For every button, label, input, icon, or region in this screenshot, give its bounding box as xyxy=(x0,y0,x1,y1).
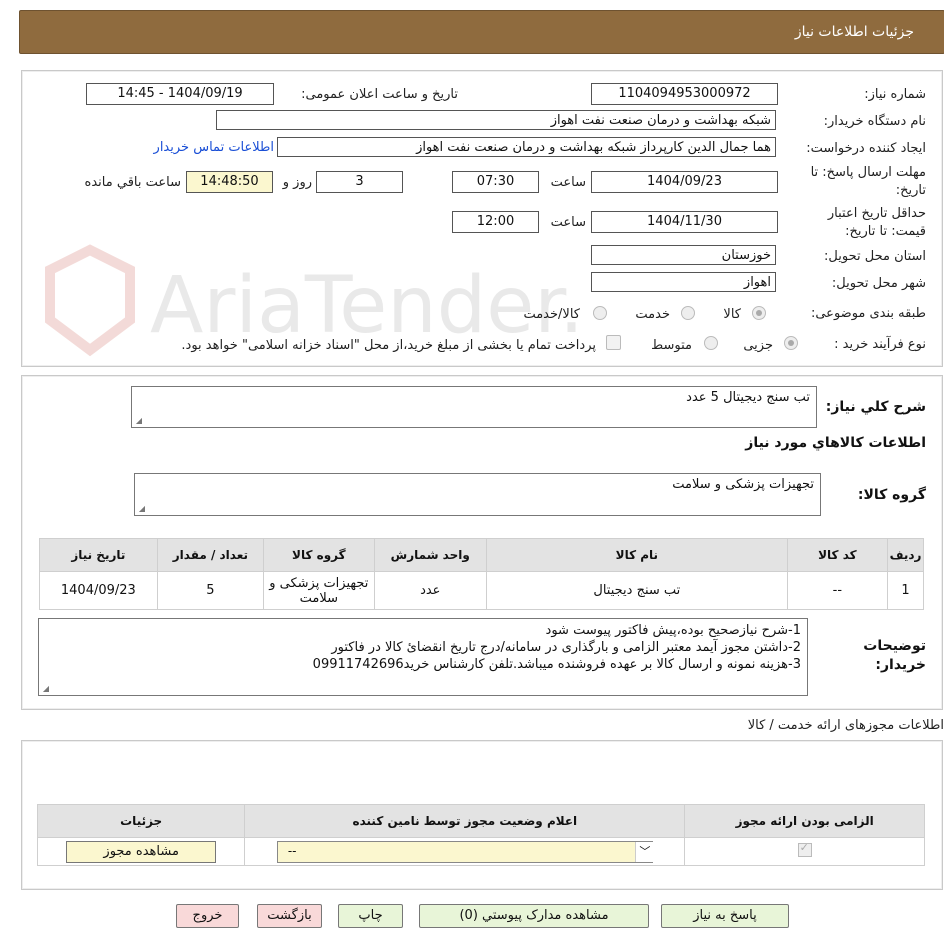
quantity-cell: 5 xyxy=(156,571,265,610)
province-field: خوزستان xyxy=(591,245,776,265)
validity-time-label: ساعت xyxy=(550,215,586,230)
goods-table-header: ردیف کد کالا نام کالا واحد شمارش گروه کا… xyxy=(39,538,924,572)
col-quantity: تعداد / مقدار xyxy=(156,538,265,572)
col-permit-details: جزئیات xyxy=(36,804,246,838)
category-radio-goods-service[interactable] xyxy=(593,306,607,320)
col-goods-group: گروه کالا xyxy=(263,538,375,572)
remaining-time-field: 14:48:50 xyxy=(186,171,273,193)
permit-status-select[interactable]: -- ﹀ xyxy=(276,840,654,863)
resize-grip-icon[interactable]: ◢ xyxy=(134,417,142,425)
goods-info-title: اطلاعات کالاهاي مورد نیاز xyxy=(745,435,926,451)
validity-label-2: قیمت: تا تاریخ: xyxy=(845,224,926,239)
view-permit-button[interactable]: مشاهده مجوز xyxy=(66,840,217,863)
category-label: طبقه بندی موضوعی: xyxy=(810,306,926,321)
col-permit-required: الزامی بودن ارائه مجوز xyxy=(684,804,925,838)
general-desc-label: شرح کلي نیاز: xyxy=(825,399,926,415)
category-option-goods-service: کالا/خدمت xyxy=(523,307,580,322)
table-row: 1 -- تب سنج دیجیتال عدد تجهیزات پزشکی و … xyxy=(39,571,924,610)
deadline-time-label: ساعت xyxy=(550,175,586,190)
goods-group-label: گروه کالا: xyxy=(857,487,926,503)
item-code-cell: -- xyxy=(786,571,889,610)
buyer-org-field: شبکه بهداشت و درمان صنعت نفت اهواز xyxy=(216,110,776,130)
permits-table: الزامی بودن ارائه مجوز اعلام وضعیت مجوز … xyxy=(36,804,925,866)
remaining-label: ساعت باقي مانده xyxy=(84,175,181,190)
col-item-code: کد کالا xyxy=(786,538,889,572)
permits-table-header: الزامی بودن ارائه مجوز اعلام وضعیت مجوز … xyxy=(36,804,925,838)
goods-group-text: تجهیزات پزشکی و سلامت xyxy=(672,477,814,492)
process-option-minor: جزیی xyxy=(743,338,773,353)
buyer-note-line: 2-داشتن مجوز آیمد معتبر الزامی و بارگذار… xyxy=(331,640,801,655)
col-unit: واحد شمارش xyxy=(373,538,487,572)
creator-label: ایجاد کننده درخواست: xyxy=(806,141,926,156)
process-option-medium: متوسط xyxy=(651,338,692,353)
general-desc-text: تب سنج دیجیتال 5 عدد xyxy=(686,390,810,405)
process-radio-medium[interactable] xyxy=(704,336,718,350)
resize-grip-icon[interactable]: ◢ xyxy=(137,505,145,513)
print-button[interactable]: چاپ xyxy=(338,904,403,928)
permit-status-cell: -- ﹀ xyxy=(244,837,686,866)
city-label: شهر محل تحویل: xyxy=(831,276,926,291)
validity-label-1: حداقل تاریخ اعتبار xyxy=(827,206,926,221)
table-row: ✓ -- ﹀ مشاهده مجوز xyxy=(36,837,925,866)
attachments-button[interactable]: مشاهده مدارک پیوستي (0) xyxy=(419,904,649,928)
process-note: پرداخت تمام یا بخشی از مبلغ خرید،از محل … xyxy=(181,338,596,353)
row-number-cell: 1 xyxy=(887,571,924,610)
process-radio-minor[interactable] xyxy=(784,336,798,350)
category-radio-goods[interactable] xyxy=(752,306,766,320)
goods-table: ردیف کد کالا نام کالا واحد شمارش گروه کا… xyxy=(39,538,924,610)
category-option-goods: کالا xyxy=(723,307,741,322)
check-icon: ✓ xyxy=(799,840,809,854)
deadline-date-field: 1404/09/23 xyxy=(591,171,778,193)
buyer-note-line: 3-هزینه نمونه و ارسال کالا بر عهده فروشن… xyxy=(312,657,801,672)
announce-field: 1404/09/19 - 14:45 xyxy=(86,83,274,105)
page-title: جزئیات اطلاعات نیاز xyxy=(794,24,914,40)
general-desc-field[interactable]: تب سنج دیجیتال 5 عدد ◢ xyxy=(131,386,817,428)
permit-required-checkbox: ✓ xyxy=(797,840,812,857)
days-field: 3 xyxy=(316,171,403,193)
col-row-number: ردیف xyxy=(887,538,924,572)
deadline-time-field: 07:30 xyxy=(452,171,539,193)
deadline-label-2: تاریخ: xyxy=(895,183,926,198)
buyer-notes-label-1: توضیحات xyxy=(863,638,926,654)
need-number-field: 1104094953000972 xyxy=(591,83,778,105)
category-option-service: خدمت xyxy=(635,307,670,322)
page-header: جزئیات اطلاعات نیاز xyxy=(19,10,944,54)
process-label: نوع فرآیند خرید : xyxy=(834,337,926,352)
category-radio-service[interactable] xyxy=(681,306,695,320)
creator-field: هما جمال الدین کارپرداز شبکه بهداشت و در… xyxy=(277,137,776,157)
reply-button[interactable]: پاسخ به نیاز xyxy=(661,904,789,928)
validity-date-field: 1404/11/30 xyxy=(591,211,778,233)
buyer-notes-label-2: خریدار: xyxy=(875,657,926,673)
announce-label: تاریخ و ساعت اعلان عمومی: xyxy=(301,87,458,102)
goods-group-field[interactable]: تجهیزات پزشکی و سلامت ◢ xyxy=(134,473,821,516)
deadline-label-1: مهلت ارسال پاسخ: تا xyxy=(810,165,926,180)
need-date-cell: 1404/09/23 xyxy=(39,571,158,610)
buyer-note-line: 1-شرح نیازصحیح بوده،پیش فاکتور پیوست شود xyxy=(545,623,801,638)
col-permit-status: اعلام وضعیت مجوز توسط نامین کننده xyxy=(244,804,686,838)
exit-button[interactable]: خروج xyxy=(176,904,239,928)
col-item-name: نام کالا xyxy=(485,538,788,572)
city-field: اهواز xyxy=(591,272,776,292)
item-name-cell: تب سنج دیجیتال xyxy=(485,571,788,610)
province-label: استان محل تحویل: xyxy=(824,249,926,264)
validity-time-field: 12:00 xyxy=(452,211,539,233)
permit-status-value: -- xyxy=(287,843,297,858)
goods-group-cell: تجهیزات پزشکی و سلامت xyxy=(263,571,375,610)
need-number-label: شماره نیاز: xyxy=(864,87,926,102)
contact-buyer-link[interactable]: اطلاعات تماس خریدار xyxy=(154,140,274,155)
days-label: روز و xyxy=(282,175,312,190)
treasury-checkbox[interactable] xyxy=(606,335,621,350)
permits-title: اطلاعات مجوزهای ارائه خدمت / کالا xyxy=(747,718,944,733)
buyer-org-label: نام دستگاه خریدار: xyxy=(823,114,926,129)
unit-cell: عدد xyxy=(373,571,487,610)
resize-grip-icon[interactable]: ◢ xyxy=(41,685,49,693)
buyer-notes-field[interactable]: 1-شرح نیازصحیح بوده،پیش فاکتور پیوست شود… xyxy=(38,618,808,696)
permit-required-cell: ✓ xyxy=(684,837,925,866)
back-button[interactable]: بازگشت xyxy=(257,904,322,928)
col-need-date: تاریخ نیاز xyxy=(39,538,158,572)
chevron-down-icon[interactable]: ﹀ xyxy=(634,841,654,862)
permit-details-cell: مشاهده مجوز xyxy=(36,837,246,866)
